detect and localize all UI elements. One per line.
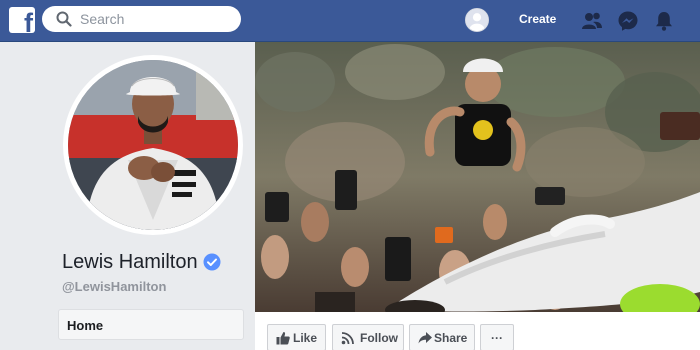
cover-photo-image [255, 42, 700, 312]
rss-follow-icon [341, 332, 354, 345]
profile-picture[interactable] [63, 55, 243, 235]
facebook-logo-icon[interactable]: f [9, 7, 35, 33]
profile-name: Lewis Hamilton [62, 251, 198, 273]
profile-handle: @LewisHamilton [62, 279, 167, 294]
search-box[interactable] [42, 6, 241, 32]
create-link[interactable]: Create [519, 12, 556, 26]
page-action-bar: Like Follow Share ··· [255, 312, 700, 350]
cover-photo[interactable] [255, 42, 700, 312]
like-label: Like [293, 331, 318, 345]
search-input[interactable] [80, 10, 230, 28]
more-options-button[interactable]: ··· [480, 324, 514, 350]
thumbs-up-icon [276, 332, 290, 345]
follow-label: Follow [360, 331, 398, 345]
search-icon [56, 11, 72, 27]
follow-button[interactable]: Follow [332, 324, 404, 350]
like-button[interactable]: Like [267, 324, 326, 350]
facebook-logo-letter: f [24, 8, 33, 34]
profile-photo-image [68, 60, 238, 230]
user-avatar-icon[interactable] [465, 8, 489, 32]
share-button[interactable]: Share [409, 324, 475, 350]
messenger-icon[interactable] [617, 10, 639, 32]
share-arrow-icon [418, 332, 432, 344]
share-label: Share [434, 331, 468, 345]
top-navigation-bar: f Create [0, 0, 700, 42]
friends-icon[interactable] [581, 10, 603, 32]
more-options-icon: ··· [491, 331, 503, 345]
sidebar-item-home[interactable]: Home [58, 309, 244, 340]
verified-badge-icon [203, 253, 221, 271]
left-sidebar: Lewis Hamilton @LewisHamilton Home [0, 42, 255, 350]
notifications-bell-icon[interactable] [653, 10, 675, 32]
